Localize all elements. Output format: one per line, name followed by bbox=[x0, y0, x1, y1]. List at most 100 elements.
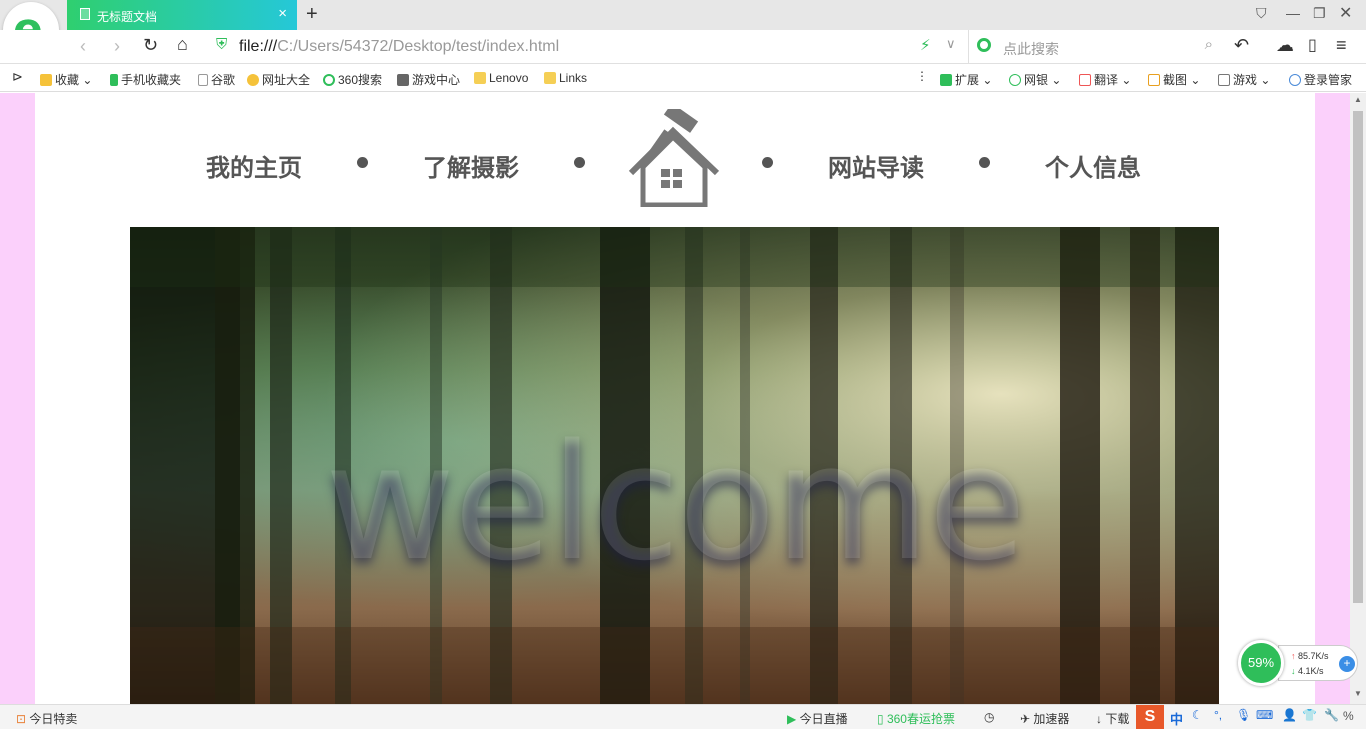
bookmark-favorites[interactable]: 收藏 ⌄ bbox=[40, 71, 92, 88]
back-button[interactable]: ‹ bbox=[80, 36, 86, 57]
bookmark-links[interactable]: Links bbox=[544, 71, 587, 85]
globe-icon bbox=[247, 74, 259, 86]
shirt-icon[interactable]: 👕 bbox=[1302, 708, 1317, 722]
play-icon: ▶ bbox=[787, 712, 797, 726]
status-tickets[interactable]: ▯ 360春运抢票 bbox=[877, 710, 955, 727]
phone-icon: ▯ bbox=[877, 712, 884, 726]
vertical-scrollbar[interactable]: ▲ ▼ bbox=[1350, 93, 1366, 704]
bookmark-360search[interactable]: 360搜索 bbox=[323, 71, 382, 88]
lightning-icon[interactable]: ⚡ bbox=[920, 36, 931, 54]
search-engine-icon bbox=[977, 38, 991, 52]
microphone-icon[interactable]: 🎙 bbox=[1236, 708, 1251, 722]
bookmark-games[interactable]: 游戏中心 bbox=[397, 71, 460, 88]
page-icon bbox=[198, 74, 208, 86]
nav-profile[interactable]: 个人信息 bbox=[1045, 148, 1141, 183]
wrench-icon[interactable]: 🔧 bbox=[1324, 708, 1339, 722]
bookmark-lenovo[interactable]: Lenovo bbox=[474, 71, 528, 85]
title-bar: 无标题文档 × + ⛉ — ❐ ✕ bbox=[0, 0, 1366, 30]
address-bar: ‹ › ↻ ⌂ ⛨ file:///C:/Users/54372/Desktop… bbox=[0, 30, 1366, 64]
bookmark-label: 收藏 bbox=[55, 73, 80, 87]
reload-button[interactable]: ↻ bbox=[143, 35, 158, 56]
minimize-button[interactable]: — bbox=[1286, 5, 1300, 21]
sogou-ime-icon[interactable]: S bbox=[1136, 705, 1164, 729]
ime-mode[interactable]: 中 bbox=[1170, 709, 1183, 728]
menu-icon[interactable]: ≡ bbox=[1336, 35, 1347, 56]
url-field[interactable]: file:///C:/Users/54372/Desktop/test/inde… bbox=[239, 38, 559, 56]
document-icon bbox=[80, 8, 90, 20]
folder-icon bbox=[544, 72, 556, 84]
cloud-icon[interactable]: ☁ bbox=[1276, 35, 1294, 56]
close-window-button[interactable]: ✕ bbox=[1339, 3, 1352, 23]
ext-translate[interactable]: 翻译 ⌄ bbox=[1079, 71, 1131, 88]
punctuation-icon[interactable]: °, bbox=[1214, 708, 1222, 722]
gamepad-icon bbox=[397, 74, 409, 86]
network-monitor[interactable]: ↑ 85.7K/s ↓ 4.1K/s + 59% bbox=[1238, 640, 1362, 686]
ext-bank[interactable]: 网银 ⌄ bbox=[1009, 71, 1061, 88]
phone-icon[interactable]: ▯ bbox=[1308, 35, 1317, 55]
history-icon[interactable]: ◷ bbox=[984, 710, 994, 724]
welcome-heading: welcome bbox=[324, 409, 1027, 596]
bookmark-label: 手机收藏夹 bbox=[121, 73, 182, 87]
nav-separator-dot bbox=[357, 157, 368, 168]
percent-icon[interactable]: % bbox=[1343, 709, 1354, 723]
scroll-down-icon[interactable]: ▼ bbox=[1354, 689, 1362, 698]
page-content: 我的主页 了解摄影 网站导读 个人信息 welcome bbox=[35, 93, 1315, 704]
download-icon: ↓ bbox=[1096, 712, 1102, 726]
status-live[interactable]: ▶ 今日直播 bbox=[787, 710, 848, 727]
keyboard-icon[interactable]: ⌨ bbox=[1256, 708, 1273, 722]
close-tab-icon[interactable]: × bbox=[278, 5, 287, 22]
bookmark-mobile[interactable]: 手机收藏夹 bbox=[110, 71, 181, 88]
page-viewport: 我的主页 了解摄影 网站导读 个人信息 welcome bbox=[0, 93, 1350, 704]
translate-icon bbox=[1079, 74, 1091, 86]
ext-extensions[interactable]: 扩展 ⌄ bbox=[940, 71, 992, 88]
mobile-icon bbox=[110, 74, 118, 86]
bookmark-google[interactable]: 谷歌 bbox=[198, 71, 235, 88]
nav-photography[interactable]: 了解摄影 bbox=[423, 148, 519, 183]
bookmark-label: 360搜索 bbox=[338, 73, 383, 87]
grid-icon bbox=[940, 74, 952, 86]
nav-home[interactable]: 我的主页 bbox=[206, 148, 302, 183]
nav-separator-dot bbox=[979, 157, 990, 168]
ext-label: 登录管家 bbox=[1304, 73, 1353, 87]
house-logo-icon[interactable] bbox=[625, 109, 725, 207]
search-icon[interactable]: ⌕ bbox=[1205, 36, 1213, 53]
home-button[interactable]: ⌂ bbox=[177, 34, 188, 55]
hero-forest-image: welcome bbox=[130, 227, 1219, 704]
undo-icon[interactable]: ↶ bbox=[1234, 35, 1249, 56]
search-box[interactable]: 点此搜索 ⌕ bbox=[968, 30, 1223, 64]
memory-percent-badge[interactable]: 59% bbox=[1238, 640, 1284, 686]
search-engine-icon bbox=[323, 74, 335, 86]
ext-screenshot[interactable]: 截图 ⌄ bbox=[1148, 71, 1200, 88]
gamepad-icon bbox=[1218, 74, 1230, 86]
nav-separator-dot bbox=[762, 157, 773, 168]
nav-separator-dot bbox=[574, 157, 585, 168]
scrollbar-thumb[interactable] bbox=[1353, 111, 1363, 603]
status-accelerator[interactable]: ✈ 加速器 bbox=[1020, 710, 1069, 727]
ext-games[interactable]: 游戏 ⌄ bbox=[1218, 71, 1270, 88]
maximize-button[interactable]: ❐ bbox=[1313, 5, 1326, 22]
status-accelerator-label: 加速器 bbox=[1033, 712, 1070, 726]
tab-active[interactable]: 无标题文档 × bbox=[67, 0, 297, 30]
new-tab-button[interactable]: + bbox=[306, 3, 318, 26]
more-icon[interactable]: ⋮ bbox=[916, 69, 928, 83]
tab-title: 无标题文档 bbox=[97, 10, 158, 24]
status-deals[interactable]: ⊡ 今日特卖 bbox=[16, 710, 77, 727]
moon-icon[interactable]: ☾ bbox=[1192, 708, 1203, 722]
skin-icon[interactable]: ⛉ bbox=[1256, 5, 1267, 22]
bookmark-sites[interactable]: 网址大全 bbox=[247, 71, 310, 88]
user-icon[interactable]: 👤 bbox=[1282, 708, 1297, 722]
nav-site-guide[interactable]: 网站导读 bbox=[828, 148, 924, 183]
sidebar-toggle-icon[interactable]: ⊳ bbox=[12, 69, 23, 85]
status-download-label: 下载 bbox=[1105, 712, 1130, 726]
forward-button[interactable]: › bbox=[114, 36, 120, 57]
chevron-down-icon[interactable]: ∨ bbox=[946, 36, 956, 52]
ext-label: 翻译 bbox=[1094, 73, 1119, 87]
star-icon bbox=[40, 74, 52, 86]
plus-icon[interactable]: + bbox=[1339, 656, 1355, 672]
url-scheme: file:/// bbox=[239, 38, 278, 55]
status-live-label: 今日直播 bbox=[799, 712, 848, 726]
rocket-icon: ✈ bbox=[1020, 712, 1031, 726]
ext-login-manager[interactable]: 登录管家 bbox=[1289, 71, 1352, 88]
scroll-up-icon[interactable]: ▲ bbox=[1354, 95, 1362, 104]
status-download[interactable]: ↓ 下载 bbox=[1096, 710, 1129, 727]
